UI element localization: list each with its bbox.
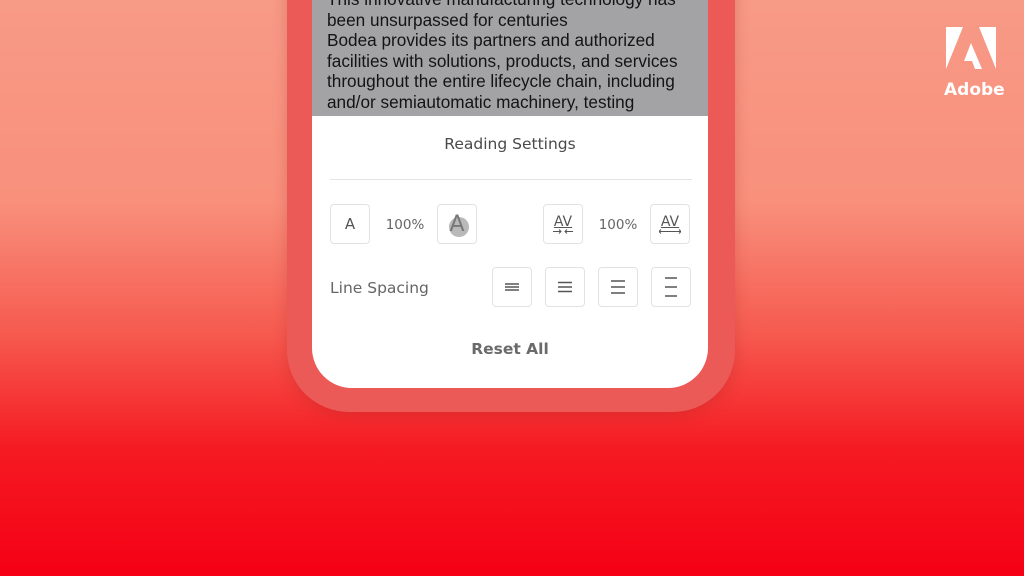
passage-line: This innovative manufacturing technology… (327, 0, 678, 10)
passage-line: Bodea provides its partners and authoriz… (327, 30, 655, 51)
panel-title: Reading Settings (444, 135, 576, 153)
divider (330, 179, 692, 180)
arrows-outward-icon (659, 228, 681, 234)
arrows-inward-icon (553, 228, 573, 234)
line-spacing-normal-icon (558, 281, 572, 293)
passage-line: and/or semiautomatic machinery, testing (327, 91, 635, 112)
line-spacing-normal-button[interactable] (545, 267, 585, 307)
phone-screen: This innovative manufacturing technology… (312, 0, 708, 388)
font-size-value: 100% (385, 217, 425, 233)
line-spacing-tight-icon (505, 283, 519, 291)
increase-char-spacing-button[interactable]: AV (650, 204, 690, 244)
adobe-wordmark: Adobe (944, 80, 1005, 100)
adobe-logo-icon (946, 27, 996, 69)
line-spacing-relaxed-icon (611, 280, 625, 294)
large-a-icon: A (449, 211, 465, 237)
line-spacing-loose-button[interactable] (651, 267, 691, 307)
passage-line: facilities with solutions, products, and… (327, 50, 678, 71)
line-spacing-loose-icon (665, 277, 677, 297)
decrease-font-size-button[interactable]: A (330, 204, 370, 244)
av-loosen-icon: AV (660, 213, 680, 230)
small-a-icon: A (344, 215, 356, 233)
line-spacing-tight-button[interactable] (492, 267, 532, 307)
document-passage: This innovative manufacturing technology… (312, 0, 708, 116)
line-spacing-relaxed-button[interactable] (598, 267, 638, 307)
decrease-char-spacing-button[interactable]: AV (543, 204, 583, 244)
av-tighten-icon: AV (553, 213, 573, 230)
adobe-logo: Adobe (944, 27, 1005, 100)
char-spacing-value: 100% (598, 217, 638, 233)
line-spacing-label: Line Spacing (330, 279, 429, 297)
reset-all-button[interactable]: Reset All (312, 340, 708, 358)
passage-line: been unsurpassed for centuries (327, 9, 568, 30)
passage-line: throughout the entire lifecycle chain, i… (327, 71, 675, 92)
increase-font-size-button[interactable]: A (437, 204, 477, 244)
